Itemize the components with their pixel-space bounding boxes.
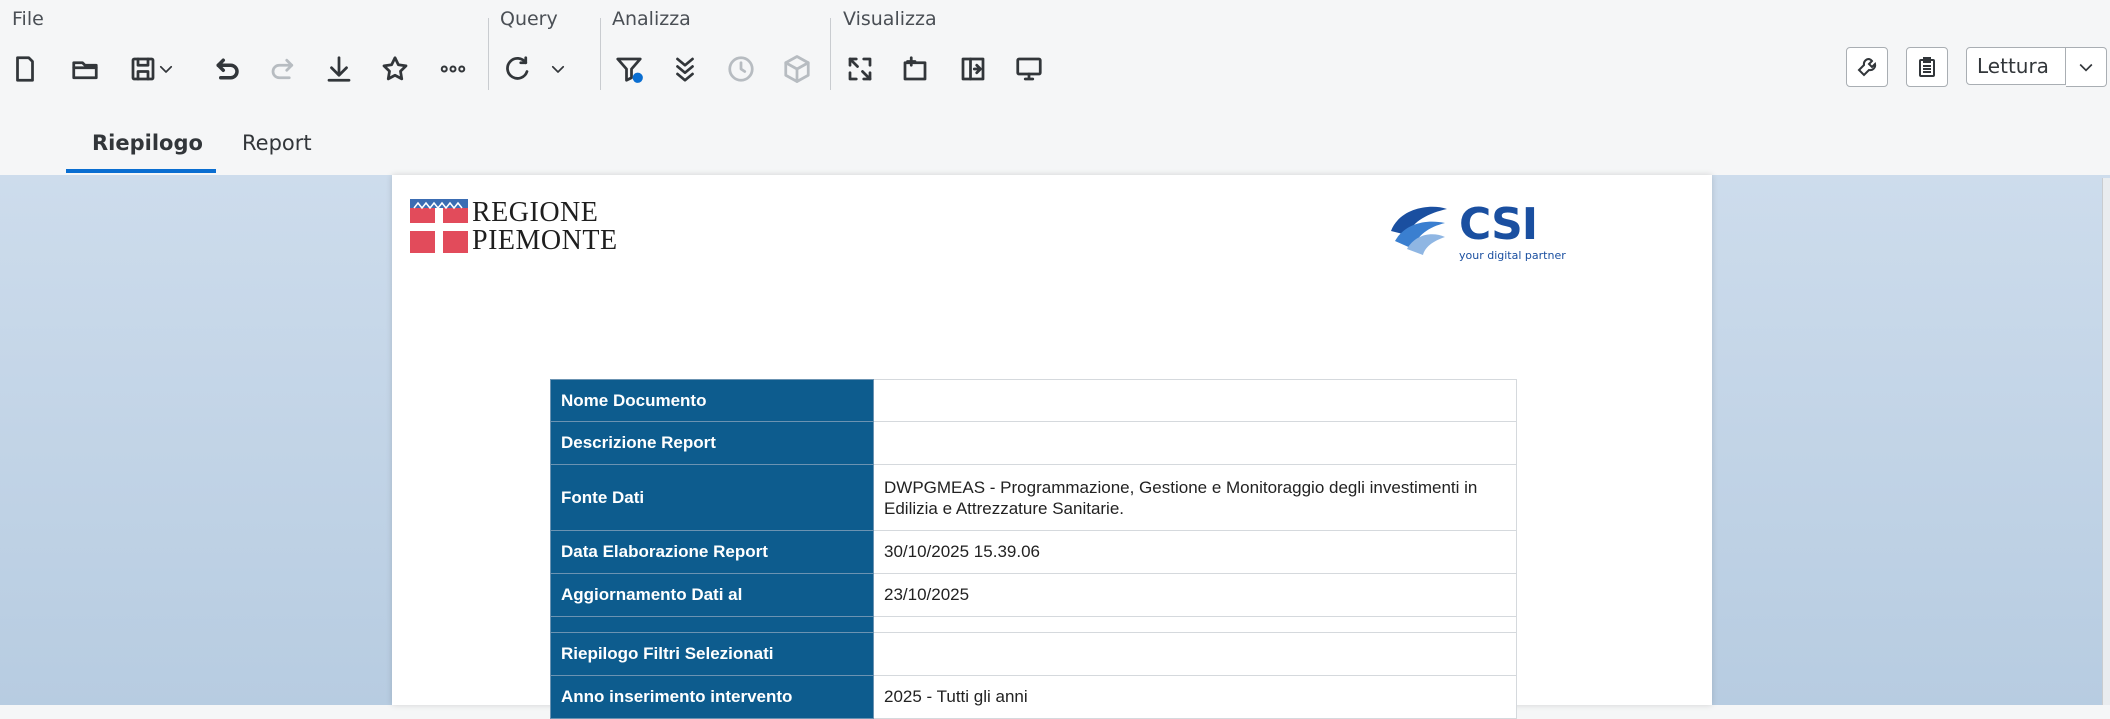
undo-icon[interactable] (210, 52, 244, 86)
tab-report[interactable]: Report (242, 131, 312, 155)
clipboard-icon (1919, 57, 1935, 77)
logo-text-line-1: REGIONE (472, 197, 599, 228)
row-value: 23/10/2025 (873, 573, 1517, 617)
drill-down-icon[interactable] (668, 52, 702, 86)
row-label (550, 616, 874, 633)
row-value (873, 421, 1517, 465)
row-value: 30/10/2025 15.39.06 (873, 530, 1517, 574)
active-tab-indicator (66, 169, 216, 173)
row-value: DWPGMEAS - Programmazione, Gestione e Mo… (873, 464, 1517, 531)
table-row: Data Elaborazione Report 30/10/2025 15.3… (550, 530, 1517, 574)
csi-tagline: your digital partner (1459, 249, 1566, 262)
report-page: REGIONE PIEMONTE CSI your digital partne… (392, 175, 1712, 719)
table-row: Nome Documento (550, 379, 1517, 422)
save-dropdown-chevron-icon[interactable] (156, 52, 176, 86)
logo-text-line-2: PIEMONTE (472, 225, 618, 256)
row-label: Fonte Dati (550, 464, 874, 531)
separator (600, 18, 601, 90)
structure-panel-icon[interactable] (956, 52, 990, 86)
csi-logo: CSI your digital partner (1385, 197, 1615, 267)
table-row: Descrizione Report (550, 421, 1517, 465)
table-row: Riepilogo Filtri Selezionati (550, 632, 1517, 676)
row-value (873, 616, 1517, 633)
settings-wrench-button[interactable] (1846, 47, 1888, 87)
present-monitor-icon[interactable] (1012, 52, 1046, 86)
filter-icon[interactable] (612, 52, 646, 86)
table-row: Aggiornamento Dati al 23/10/2025 (550, 573, 1517, 617)
table-row (550, 616, 1517, 633)
history-clock-icon[interactable] (724, 52, 758, 86)
vertical-scrollbar[interactable] (2102, 178, 2110, 705)
refresh-icon[interactable] (500, 52, 534, 86)
table-row: Anno inserimento intervento 2025 - Tutti… (550, 675, 1517, 719)
favorite-star-icon[interactable] (378, 52, 412, 86)
regione-piemonte-logo: REGIONE PIEMONTE (410, 199, 630, 259)
tab-bar: Riepilogo Report (0, 107, 2110, 177)
refresh-dropdown-chevron-icon[interactable] (548, 52, 568, 86)
row-label: Aggiornamento Dati al (550, 573, 874, 617)
table-row: Fonte Dati DWPGMEAS - Programmazione, Ge… (550, 464, 1517, 531)
row-label: Anno inserimento intervento (550, 675, 874, 719)
mode-select[interactable]: Lettura (1966, 47, 2066, 85)
csi-mark-icon (1391, 206, 1447, 255)
expand-icon[interactable] (843, 52, 877, 86)
data-cube-icon[interactable] (780, 52, 814, 86)
insert-element-icon[interactable] (898, 52, 932, 86)
row-value: 2025 - Tutti gli anni (873, 675, 1517, 719)
toolbar: File Query Analizza Visualizza Lettura (0, 0, 2110, 108)
open-folder-icon[interactable] (68, 52, 102, 86)
download-icon[interactable] (322, 52, 356, 86)
row-label: Data Elaborazione Report (550, 530, 874, 574)
csi-name: CSI (1459, 199, 1538, 250)
analyze-group-label: Analizza (612, 8, 691, 30)
row-label: Nome Documento (550, 379, 874, 422)
mode-dropdown-chevron-icon[interactable] (2066, 47, 2107, 87)
redo-icon[interactable] (266, 52, 300, 86)
view-group-label: Visualizza (843, 8, 937, 30)
file-group-label: File (12, 8, 44, 30)
tab-riepilogo[interactable]: Riepilogo (92, 131, 203, 155)
separator (488, 18, 489, 90)
more-options-icon[interactable] (436, 52, 470, 86)
new-document-icon[interactable] (8, 52, 42, 86)
row-label: Descrizione Report (550, 421, 874, 465)
regione-piemonte-flag-icon (410, 199, 468, 253)
save-icon[interactable] (126, 52, 160, 86)
row-value (873, 379, 1517, 422)
query-group-label: Query (500, 8, 558, 30)
clipboard-button[interactable] (1906, 47, 1948, 87)
wrench-icon (1857, 58, 1877, 77)
separator (830, 18, 831, 90)
row-value (873, 632, 1517, 676)
row-label: Riepilogo Filtri Selezionati (550, 632, 874, 676)
report-info-table: Nome Documento Descrizione Report Fonte … (550, 379, 1517, 719)
